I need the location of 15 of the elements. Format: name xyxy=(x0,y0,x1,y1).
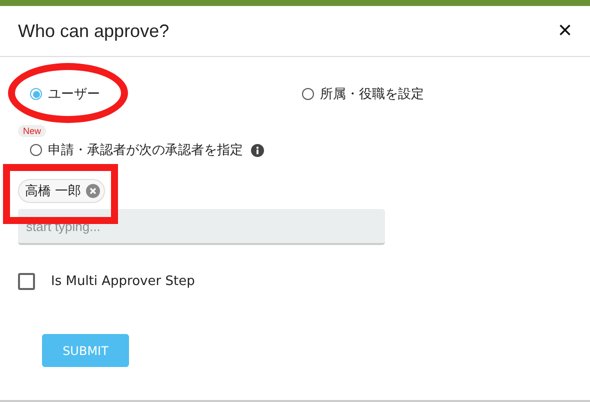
new-badge: New xyxy=(18,125,46,137)
radio-icon[interactable] xyxy=(30,144,42,156)
dialog-title: Who can approve? xyxy=(18,20,170,42)
close-button[interactable]: × xyxy=(558,19,572,43)
radio-option[interactable]: ユーザー xyxy=(30,85,302,103)
radio-option[interactable]: 申請・承認者が次の承認者を指定 xyxy=(30,141,243,159)
info-icon[interactable] xyxy=(251,144,264,156)
chip-label: 高橋 一郎 xyxy=(25,183,82,200)
remove-icon[interactable] xyxy=(86,184,100,198)
search-field[interactable]: start typing... xyxy=(18,209,385,245)
checkbox[interactable] xyxy=(18,273,35,290)
checkbox-label: Is Multi Approver Step xyxy=(51,274,195,289)
radio-icon[interactable] xyxy=(302,88,314,100)
radio-icon[interactable] xyxy=(30,88,42,100)
radio-option[interactable]: 所属・役職を設定 xyxy=(302,85,424,103)
